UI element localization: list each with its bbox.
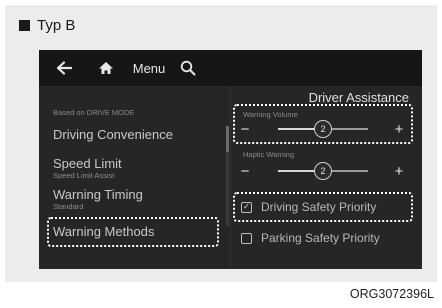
scrollbar-thumb[interactable] bbox=[226, 126, 229, 152]
option-label: Parking Safety Priority bbox=[261, 231, 380, 245]
search-button[interactable] bbox=[177, 50, 199, 86]
pane-divider bbox=[230, 86, 231, 269]
driver-assistance-panel: Driver Assistance Warning Volume − 2 + H… bbox=[233, 86, 422, 269]
settings-menu: Based on DRIVE MODE Driving Convenience … bbox=[39, 86, 229, 269]
menu-item-label: Speed Limit bbox=[53, 156, 122, 171]
caption-text: Typ B bbox=[37, 16, 76, 34]
driving-safety-highlight bbox=[233, 192, 413, 222]
caption-square-icon bbox=[19, 19, 30, 31]
menu-item-sublabel: Speed Limit Assist bbox=[53, 171, 115, 180]
top-bar: Menu bbox=[39, 50, 422, 86]
menu-item-label: Driving Convenience bbox=[53, 127, 173, 142]
home-icon bbox=[99, 62, 113, 74]
menu-button[interactable]: Menu bbox=[129, 50, 169, 86]
haptic-warning-slider[interactable]: − 2 + bbox=[238, 161, 408, 181]
menu-item-sublabel: Standard bbox=[53, 202, 84, 211]
menu-item-warning-timing[interactable]: Warning Timing Standard bbox=[53, 187, 223, 211]
checkbox-unchecked[interactable] bbox=[241, 232, 252, 244]
haptic-decrease-button[interactable]: − bbox=[238, 161, 252, 181]
menu-item-speed-limit[interactable]: Speed Limit Speed Limit Assist bbox=[53, 156, 223, 180]
slider-knob[interactable]: 2 bbox=[314, 162, 332, 180]
back-button[interactable] bbox=[53, 50, 75, 86]
slider-track[interactable]: 2 bbox=[278, 162, 368, 180]
option-parking-safety-priority[interactable]: Parking Safety Priority bbox=[241, 227, 411, 249]
back-arrow-icon bbox=[56, 61, 72, 75]
haptic-increase-button[interactable]: + bbox=[392, 161, 406, 181]
menu-scrollbar[interactable] bbox=[226, 126, 229, 226]
menu-item-label: Warning Timing bbox=[53, 187, 143, 202]
home-button[interactable] bbox=[95, 50, 117, 86]
haptic-warning-label: Haptic Warning bbox=[243, 150, 294, 159]
drive-mode-section-label: Based on DRIVE MODE bbox=[53, 108, 135, 117]
selected-item-highlight bbox=[47, 217, 219, 247]
panel-title: Driver Assistance bbox=[308, 90, 409, 105]
figure-caption: Typ B bbox=[19, 16, 75, 34]
infotainment-screen: Menu Based on DRIVE MODE Driving Conveni… bbox=[39, 50, 422, 269]
search-icon bbox=[180, 60, 196, 76]
warning-volume-highlight bbox=[233, 104, 413, 144]
menu-item-driving-convenience[interactable]: Driving Convenience bbox=[53, 127, 223, 142]
figure-code: ORG3072396L bbox=[349, 287, 434, 301]
figure-panel: Typ B Menu Based on DRIVE MODE Driving C… bbox=[5, 5, 437, 282]
menu-label: Menu bbox=[132, 60, 166, 76]
